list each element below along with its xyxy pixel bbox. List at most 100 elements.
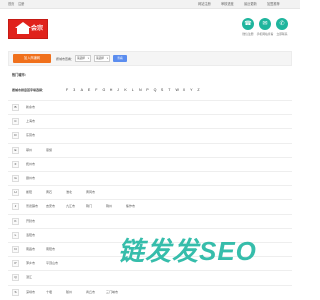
filter-bar: 加入商铺网 按城市查看： 请选择 ▾ 请选择 ▾ 查看: [8, 51, 292, 66]
city-link[interactable]: 深圳市: [26, 290, 35, 294]
city-link[interactable]: 商丘市: [86, 290, 95, 294]
city-link[interactable]: 洛阳市: [26, 233, 35, 237]
row-letter: Q: [12, 274, 19, 282]
row-letter: G: [12, 175, 19, 182]
city-link[interactable]: 东营市: [26, 133, 35, 137]
row-letter: E: [12, 146, 19, 154]
row-letter: B: [12, 104, 19, 111]
recent-updates-link[interactable]: 最近更新: [244, 2, 257, 7]
chevron-down-icon: ▾: [106, 57, 108, 60]
row-letter: L: [12, 231, 19, 239]
city-link[interactable]: 黄冈市: [86, 190, 95, 194]
row-letter: C: [12, 118, 19, 126]
city-row: G 赣州市: [8, 171, 292, 185]
house-body-icon: [17, 28, 29, 34]
city-link[interactable]: 荆门: [86, 204, 92, 208]
city-select-value: 请选择: [96, 57, 104, 60]
city-link[interactable]: 吉安市: [46, 204, 55, 208]
watermark-text: 链发发SEO: [118, 236, 257, 266]
city-link[interactable]: 南阳市: [46, 247, 55, 251]
row-letter: P: [12, 260, 19, 268]
letter-link[interactable]: A: [81, 88, 83, 92]
city-link[interactable]: 随州: [66, 290, 72, 294]
letter-link[interactable]: 3: [73, 88, 75, 92]
letter-link[interactable]: K: [124, 88, 126, 92]
city-row: S 深圳市 十堰 随州 商丘市 三门峡市: [8, 284, 292, 299]
city-row: K 开封市: [8, 213, 292, 228]
search-button[interactable]: 查看: [113, 55, 127, 62]
city-link[interactable]: 衡阳: [26, 190, 32, 194]
row-letter: D: [12, 132, 19, 140]
city-row: J 景德镇市 吉安市 九江市 荆门 荆州 焦作市: [8, 199, 292, 213]
city-link[interactable]: 九江市: [66, 204, 75, 208]
city-row: E 鄂州 恩施: [8, 142, 292, 157]
city-link[interactable]: 景德镇市: [26, 204, 38, 208]
row-letter: J: [12, 203, 19, 211]
row-letter: S: [12, 288, 19, 296]
city-link[interactable]: 荆州: [106, 204, 112, 208]
city-link[interactable]: 恩施: [46, 148, 52, 152]
letter-link[interactable]: N: [139, 88, 142, 92]
letter-link[interactable]: Y: [190, 88, 192, 92]
join-button[interactable]: 加入商铺网: [13, 54, 51, 63]
hot-cities-title: 热门城市：: [12, 73, 28, 77]
letter-link[interactable]: T: [168, 88, 170, 92]
home-link[interactable]: 首页: [8, 2, 14, 7]
city-link[interactable]: 潜江: [26, 275, 32, 279]
contact-label: 立即联系: [276, 32, 288, 36]
letter-link[interactable]: L: [132, 88, 134, 92]
city-row: B 新余市: [8, 100, 292, 114]
letter-link[interactable]: Z: [197, 88, 199, 92]
letter-link[interactable]: H: [110, 88, 113, 92]
letter-link[interactable]: F: [95, 88, 97, 92]
row-letter: K: [12, 217, 19, 225]
chevron-down-icon: ▾: [87, 57, 89, 60]
city-select[interactable]: 请选择 ▾: [94, 55, 110, 62]
province-select[interactable]: 请选择 ▾: [75, 55, 91, 62]
city-link[interactable]: 赣州市: [26, 176, 35, 180]
join-recommend-link[interactable]: 加盟推荐: [267, 2, 280, 7]
letter-link[interactable]: W: [176, 88, 179, 92]
letter-link[interactable]: G: [103, 88, 106, 92]
watermark: 链发发SEO: [118, 236, 296, 276]
city-link[interactable]: 鄂州: [26, 148, 32, 152]
letter-link[interactable]: P: [146, 88, 148, 92]
site-logo[interactable]: 会宗: [8, 19, 48, 39]
letter-link[interactable]: S: [161, 88, 163, 92]
row-letter: N: [12, 246, 19, 253]
city-link[interactable]: 平顶山市: [46, 261, 58, 265]
review-progress-link[interactable]: 审核进度: [221, 2, 234, 7]
city-link[interactable]: 开封市: [26, 219, 35, 223]
row-letter: H: [12, 189, 19, 197]
province-select-value: 请选择: [77, 57, 85, 60]
city-row: C 上海市: [8, 114, 292, 128]
letter-link[interactable]: X: [183, 88, 185, 92]
logo-text: 会宗: [31, 26, 44, 32]
letter-link[interactable]: Q: [154, 88, 157, 92]
mail-icon[interactable]: ✆: [276, 18, 288, 30]
city-link[interactable]: 新余市: [26, 105, 35, 109]
city-link[interactable]: 南昌市: [26, 247, 35, 251]
letter-link[interactable]: F: [66, 88, 68, 92]
city-link[interactable]: 焦作市: [126, 204, 135, 208]
city-row: H 衡阳 黄石 淮北 黄冈市: [8, 185, 292, 199]
city-row: F 抚州市: [8, 156, 292, 171]
chat-icon[interactable]: ✉: [259, 18, 271, 30]
city-link[interactable]: 十堰: [46, 290, 52, 294]
city-link[interactable]: 黄石: [46, 190, 52, 194]
letter-link[interactable]: E: [88, 88, 90, 92]
register-link[interactable]: 注册: [18, 2, 24, 7]
city-link[interactable]: 淮北: [66, 190, 72, 194]
row-letter: F: [12, 160, 19, 168]
city-row: D 东营市: [8, 128, 292, 142]
letter-nav-label: 按城市拼音首字母选择：: [12, 88, 46, 92]
city-link[interactable]: 三门峡市: [106, 290, 118, 294]
phone-icon[interactable]: ☎: [242, 18, 254, 30]
location-label: 按城市查看：: [56, 57, 75, 61]
letter-link[interactable]: J: [117, 88, 119, 92]
city-link[interactable]: 萍乡市: [26, 261, 35, 265]
city-link[interactable]: 上海市: [26, 119, 35, 123]
site-register-link[interactable]: 网站注册: [198, 2, 211, 7]
top-bar: 首页 注册 网站注册 审核进度 最近更新 加盟推荐: [0, 0, 300, 9]
city-link[interactable]: 抚州市: [26, 162, 35, 166]
